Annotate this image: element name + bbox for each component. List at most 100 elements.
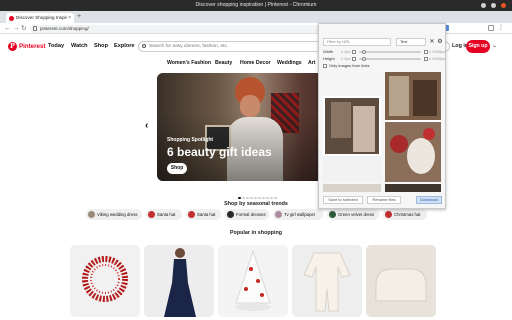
trend-chip[interactable]: Tv girl wallpaper: [273, 209, 323, 220]
carousel-dot[interactable]: [262, 196, 265, 199]
url-filter-input[interactable]: Filter by URL: [323, 38, 391, 46]
menu-icon[interactable]: ⋮: [498, 25, 504, 31]
carousel-dot[interactable]: [246, 196, 249, 199]
download-button[interactable]: Download: [416, 196, 442, 204]
trend-label: Viking wedding dress: [97, 212, 138, 217]
minimize-button[interactable]: [481, 3, 486, 8]
trend-thumbnail: [329, 211, 336, 218]
pajamas-image: [303, 252, 351, 312]
trend-chip[interactable]: Christmas hat: [383, 209, 427, 220]
max-width-checkbox[interactable]: [424, 50, 428, 54]
pinterest-logo-icon[interactable]: P: [8, 42, 17, 51]
tab-close-icon[interactable]: ×: [68, 13, 71, 23]
popular-title: Popular in shopping: [229, 230, 283, 236]
height-slider-handle[interactable]: [362, 57, 366, 61]
chevron-down-icon[interactable]: ⌄: [492, 41, 497, 52]
category-weddings[interactable]: Weddings: [277, 59, 302, 67]
close-icon[interactable]: ✕: [428, 38, 436, 46]
trend-chip[interactable]: Green velvet dress: [327, 209, 379, 220]
trend-chip[interactable]: Santa hat: [186, 209, 221, 220]
trend-thumbnail: [188, 211, 195, 218]
hero-banner[interactable]: Shopping Spotlight 6 beauty gift ideas S…: [157, 73, 338, 181]
tab-title: Discover Shopping Inspir: [16, 15, 68, 20]
width-label: Width: [323, 49, 334, 54]
filter-type-select[interactable]: Text: [396, 38, 426, 46]
browser-tab[interactable]: Discover Shopping Inspir ×: [6, 13, 74, 23]
max-height-checkbox[interactable]: [424, 57, 428, 61]
search-placeholder: Search for easy dinners, fashion, etc.: [149, 44, 229, 49]
hero-shop-button[interactable]: Shop: [167, 163, 187, 174]
carousel-dot[interactable]: [266, 196, 269, 199]
nav-today[interactable]: Today: [48, 42, 64, 51]
hero-eyebrow: Shopping Spotlight: [167, 137, 214, 143]
thumbnail-image[interactable]: [385, 184, 441, 192]
pinterest-favicon-icon: [9, 15, 14, 21]
hero-headline: 6 beauty gift ideas: [167, 145, 272, 159]
maximize-button[interactable]: [491, 3, 496, 8]
tree-image: [235, 249, 271, 311]
width-slider[interactable]: [359, 51, 421, 53]
window-titlebar: Discover shopping inspiration | Pinteres…: [0, 0, 512, 11]
close-window-button[interactable]: [501, 3, 506, 8]
product-card[interactable]: [292, 245, 362, 317]
rename-files-button[interactable]: Rename files: [367, 196, 401, 204]
trend-thumbnail: [88, 211, 95, 218]
nav-watch[interactable]: Watch: [71, 42, 88, 51]
gown-image: [164, 248, 196, 317]
nav-shop[interactable]: Shop: [94, 42, 108, 51]
carousel-dot[interactable]: [254, 196, 257, 199]
signup-button[interactable]: Sign up: [466, 40, 490, 53]
category-womens-fashion[interactable]: Women's Fashion: [167, 59, 211, 67]
carousel-dot[interactable]: [250, 196, 253, 199]
trend-label: Santa hat: [157, 212, 176, 217]
nav-explore[interactable]: Explore: [114, 42, 135, 51]
min-width-checkbox[interactable]: [352, 50, 356, 54]
trend-label: Formal dresses: [236, 212, 266, 217]
carousel-dots[interactable]: [238, 186, 278, 199]
reload-button[interactable]: ↻: [21, 23, 26, 34]
category-beauty[interactable]: Beauty: [215, 59, 232, 67]
sofa-image: [375, 268, 427, 302]
only-images-checkbox[interactable]: [323, 64, 327, 68]
category-home-decor[interactable]: Home Decor: [240, 59, 271, 67]
height-slider[interactable]: [359, 58, 421, 60]
search-icon: [142, 44, 146, 48]
min-width-value: ≥ 0px: [341, 49, 351, 54]
max-height-value: ≤ 0000px: [429, 56, 446, 61]
trend-thumbnail: [385, 211, 392, 218]
carousel-prev-button[interactable]: ‹: [145, 120, 148, 132]
min-height-checkbox[interactable]: [352, 57, 356, 61]
thumbnail-image[interactable]: [323, 72, 381, 182]
lock-icon: [33, 26, 37, 31]
new-tab-button[interactable]: +: [77, 12, 81, 22]
forward-button[interactable]: →: [13, 23, 20, 34]
trend-label: Tv girl wallpaper: [284, 212, 316, 217]
holiday-photo: [385, 72, 441, 182]
trend-chip[interactable]: Formal dresses: [225, 209, 269, 220]
trend-chip[interactable]: Viking wedding dress: [86, 209, 142, 220]
back-button[interactable]: ←: [4, 23, 11, 34]
brand-name[interactable]: Pinterest: [19, 42, 45, 51]
product-card[interactable]: [366, 245, 436, 317]
trend-thumbnail: [148, 211, 155, 218]
profile-icon[interactable]: [488, 25, 494, 31]
width-slider-handle[interactable]: [362, 50, 366, 54]
trend-thumbnail: [275, 211, 282, 218]
carousel-dot[interactable]: [238, 196, 241, 199]
min-height-value: ≥ 0px: [341, 56, 351, 61]
product-card[interactable]: [218, 245, 288, 317]
thumbnail-image[interactable]: [323, 184, 381, 192]
carousel-dot[interactable]: [258, 196, 261, 199]
only-images-label: Only images from links: [329, 63, 370, 68]
product-card[interactable]: [144, 245, 214, 317]
thumbnail-image[interactable]: [385, 72, 441, 182]
trend-chip[interactable]: Santa hat: [146, 209, 182, 220]
carousel-dot[interactable]: [242, 196, 245, 199]
carousel-dot[interactable]: [274, 196, 277, 199]
carousel-dot[interactable]: [270, 196, 273, 199]
category-art[interactable]: Art: [308, 59, 316, 67]
product-card[interactable]: [70, 245, 140, 317]
trend-label: Santa hat: [197, 212, 216, 217]
gear-icon[interactable]: ⚙: [436, 38, 444, 46]
save-to-selected-button[interactable]: Save to selected: [323, 196, 363, 204]
